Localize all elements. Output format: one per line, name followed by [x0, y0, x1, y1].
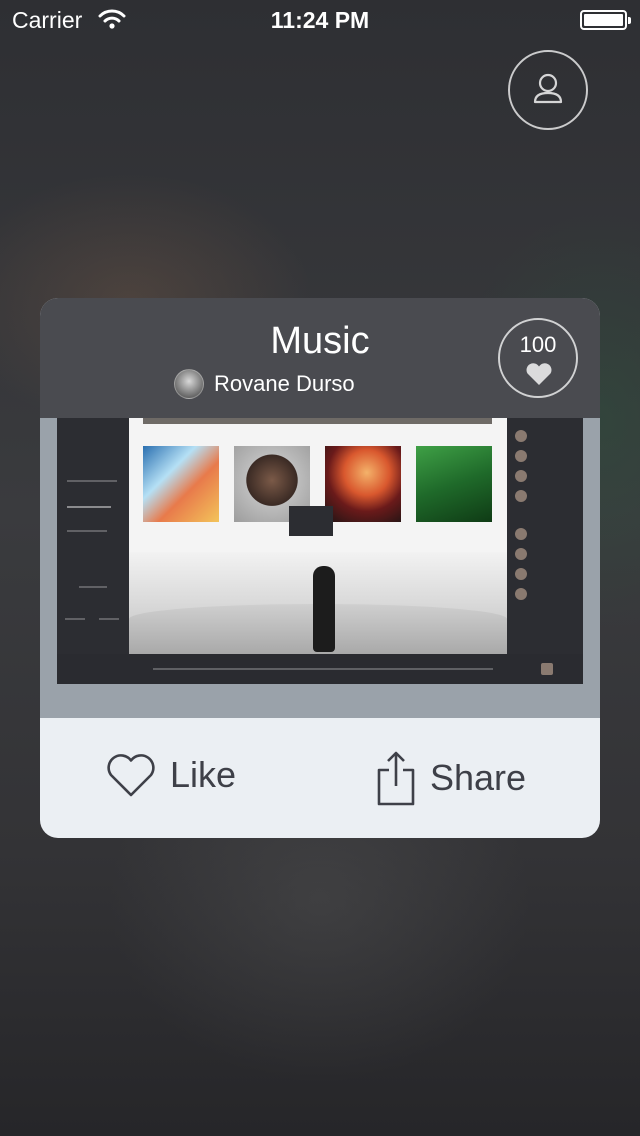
profile-button[interactable] [508, 50, 588, 130]
preview-friends-panel [507, 418, 583, 654]
profile-icon [533, 73, 563, 104]
preview-player-bar [57, 654, 583, 684]
like-count: 100 [519, 332, 557, 357]
status-bar: Carrier 11:24 PM [0, 0, 640, 40]
preview-album-1 [143, 446, 219, 522]
heart-icon [107, 754, 155, 797]
post-image[interactable] [40, 418, 600, 718]
preview-album-4 [416, 446, 492, 522]
like-label: Like [170, 754, 237, 795]
author-name[interactable]: Rovane Durso [214, 371, 355, 397]
preview-album-row-top [143, 418, 492, 424]
like-button[interactable]: Like [106, 750, 236, 800]
author-info[interactable]: Rovane Durso [174, 368, 355, 400]
share-label: Share [430, 757, 527, 798]
like-count-badge[interactable]: 100 [498, 318, 578, 398]
card-header: Music Rovane Durso 100 [40, 298, 600, 418]
post-card: Music Rovane Durso 100 Like Share [40, 298, 600, 838]
heart-icon [526, 363, 552, 385]
app-screenshot-preview [57, 418, 583, 684]
status-time: 11:24 PM [270, 7, 370, 33]
preview-context-menu [289, 506, 333, 536]
author-avatar[interactable] [174, 369, 204, 399]
preview-album-3 [325, 446, 401, 522]
preview-sidebar [57, 418, 129, 654]
share-icon [377, 751, 415, 806]
battery-icon [580, 10, 631, 30]
share-button[interactable]: Share [376, 750, 526, 806]
preview-desert-photo [129, 552, 507, 654]
